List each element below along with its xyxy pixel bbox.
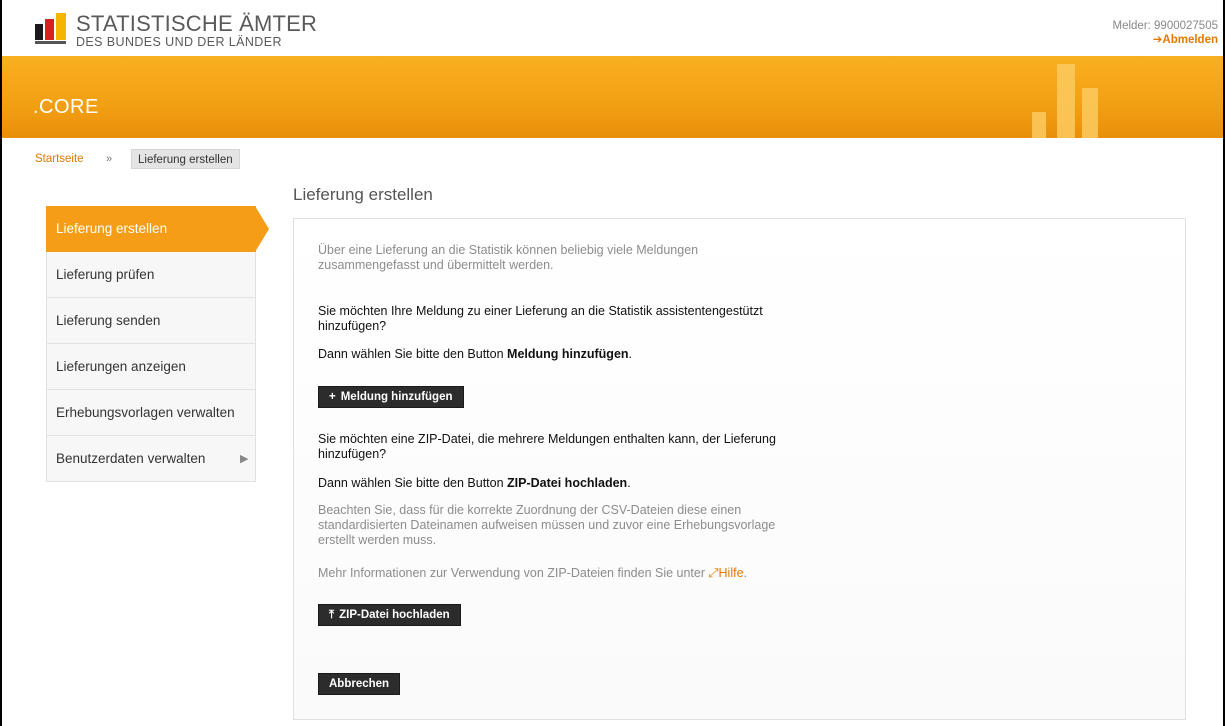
sidebar-item-lieferung-pruefen[interactable]: Lieferung prüfen [46, 252, 256, 298]
page-frame: STATISTISCHE ÄMTER DES BUNDES UND DER LÄ… [0, 0, 1225, 726]
app-title: .CORE [33, 96, 99, 118]
app-banner [2, 56, 1223, 138]
melder-id: Melder: 9900027505 [1112, 20, 1219, 32]
logo[interactable]: STATISTISCHE ÄMTER DES BUNDES UND DER LÄ… [35, 13, 317, 49]
more-info-text: Mehr Informationen zur Verwendung von ZI… [318, 566, 748, 580]
sidebar-item-lieferung-erstellen[interactable]: Lieferung erstellen [46, 206, 269, 252]
chevron-right-icon: ▶ [240, 453, 249, 465]
logo-mark [35, 13, 73, 45]
breadcrumb-home[interactable]: Startseite [35, 153, 84, 165]
question-add-message: Sie möchten Ihre Meldung zu einer Liefer… [318, 304, 763, 333]
help-link[interactable]: ⤢Hilfe [709, 566, 744, 580]
logout-link[interactable]: ➔Abmelden [1153, 34, 1218, 46]
page-title: Lieferung erstellen [293, 185, 433, 204]
add-message-button[interactable]: + Meldung hinzufügen [318, 386, 464, 408]
sidebar-item-benutzerdaten[interactable]: Benutzerdaten verwalten ▶ [46, 436, 256, 482]
user-info: Melder: 9900027505 ➔Abmelden [1113, 19, 1219, 47]
sidebar-item-lieferungen-anzeigen[interactable]: Lieferungen anzeigen [46, 344, 256, 390]
plus-icon: + [329, 391, 336, 403]
csv-note: Beachten Sie, dass für die korrekte Zuor… [318, 503, 776, 547]
logo-title: STATISTISCHE ÄMTER [76, 11, 318, 36]
external-link-icon: ⤢ [708, 566, 719, 580]
cancel-button[interactable]: Abbrechen [318, 673, 401, 695]
question-zip-upload: Sie möchten eine ZIP-Datei, die mehrere … [318, 432, 776, 461]
intro-text: Über eine Lieferung an die Statistik kön… [318, 243, 699, 272]
hint-add-message: Dann wählen Sie bitte den Button Meldung… [318, 347, 633, 361]
sidebar-item-lieferung-senden[interactable]: Lieferung senden [46, 298, 256, 344]
breadcrumb-separator: » [106, 153, 113, 165]
upload-icon: ⤒ [329, 609, 335, 621]
breadcrumb-current: Lieferung erstellen [131, 149, 240, 169]
top-header: STATISTISCHE ÄMTER DES BUNDES UND DER LÄ… [2, 0, 1223, 56]
upload-zip-button[interactable]: ⤒ ZIP-Datei hochladen [318, 604, 461, 626]
arrow-right-icon: ➔ [1152, 34, 1163, 46]
sidebar-item-erhebungsvorlagen[interactable]: Erhebungsvorlagen verwalten [46, 390, 256, 436]
sidebar-nav: Lieferung erstellen Lieferung prüfen Lie… [46, 206, 269, 482]
logo-subtitle: DES BUNDES UND DER LÄNDER [76, 35, 282, 49]
hint-zip-upload: Dann wählen Sie bitte den Button ZIP-Dat… [318, 476, 631, 490]
